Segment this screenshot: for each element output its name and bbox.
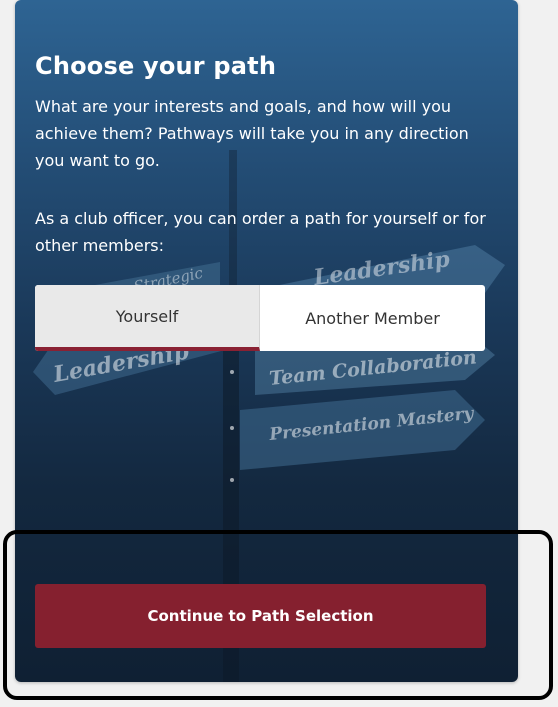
page: Strategic Leadership Leadership Team Col… xyxy=(0,0,558,707)
path-recipient-toggle: Yourself Another Member xyxy=(35,285,485,351)
another-member-option-button[interactable]: Another Member xyxy=(260,285,485,351)
continue-to-path-selection-button[interactable]: Continue to Path Selection xyxy=(35,584,486,648)
choose-path-card: Strategic Leadership Leadership Team Col… xyxy=(15,0,518,682)
card-title: Choose your path xyxy=(35,52,277,80)
yourself-option-button[interactable]: Yourself xyxy=(35,285,260,351)
intro-text: What are your interests and goals, and h… xyxy=(35,97,469,170)
officer-text: As a club officer, you can order a path … xyxy=(35,209,486,255)
